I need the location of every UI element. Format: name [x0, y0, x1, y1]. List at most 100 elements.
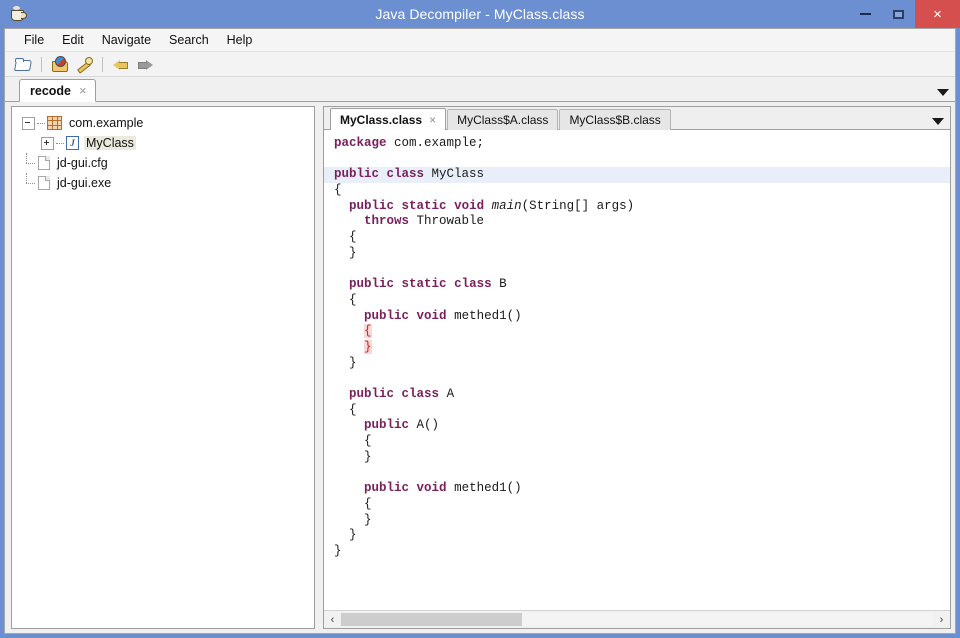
code-token: } [334, 528, 357, 542]
maximize-button[interactable] [882, 0, 915, 28]
tab-label: MyClass$B.class [569, 113, 660, 127]
chevron-down-icon[interactable] [937, 89, 949, 96]
menu-item-help[interactable]: Help [218, 31, 262, 49]
menu-item-search[interactable]: Search [160, 31, 218, 49]
code-token: methed1() [447, 481, 522, 495]
tree-panel[interactable]: com.example J MyClass jd-gui.cfg [11, 106, 315, 629]
code-token: main [492, 199, 522, 213]
code-token: public [364, 481, 409, 495]
menu-bar: File Edit Navigate Search Help [5, 29, 955, 52]
java-class-icon: J [66, 136, 79, 150]
file-icon [38, 176, 50, 190]
code-line: } [332, 528, 950, 544]
tab-label: MyClass$A.class [457, 113, 548, 127]
code-token [334, 418, 364, 432]
code-token: public [349, 387, 394, 401]
scroll-left-icon[interactable]: ‹ [324, 611, 341, 628]
code-line: { [332, 497, 950, 513]
tree-node-jd-gui-cfg[interactable]: jd-gui.cfg [22, 153, 314, 173]
code-line: public class MyClass [324, 167, 950, 183]
menu-item-navigate[interactable]: Navigate [93, 31, 160, 49]
code-token: } [334, 450, 372, 464]
toolbar [5, 52, 955, 77]
tab-myclass-a-class[interactable]: MyClass$A.class [447, 109, 558, 130]
code-line: { [332, 324, 950, 340]
menu-item-edit[interactable]: Edit [53, 31, 93, 49]
code-line: } [332, 340, 950, 356]
close-button[interactable]: × [915, 0, 960, 28]
code-token: methed1() [447, 309, 522, 323]
tree-node-label: jd-gui.cfg [55, 156, 110, 170]
code-token: class [402, 387, 440, 401]
code-token [447, 277, 455, 291]
scrollbar-track[interactable] [341, 613, 933, 626]
code-line: public void methed1() [332, 309, 950, 325]
split-pane: com.example J MyClass jd-gui.cfg [5, 102, 955, 633]
code-token: } [334, 544, 342, 558]
code-token: { [334, 293, 357, 307]
code-token: com.example; [387, 136, 485, 150]
tree-node-label: jd-gui.exe [55, 176, 113, 190]
code-token: public [364, 418, 409, 432]
file-icon [38, 156, 50, 170]
code-line: public static void main(String[] args) [332, 199, 950, 215]
code-line: public A() [332, 418, 950, 434]
code-line: { [332, 293, 950, 309]
tree-node-myclass[interactable]: J MyClass [22, 133, 314, 153]
source-code: package com.example; public class MyClas… [324, 130, 950, 560]
scroll-right-icon[interactable]: › [933, 611, 950, 628]
tree-node-jd-gui-exe[interactable]: jd-gui.exe [22, 173, 314, 193]
open-type-icon[interactable] [50, 54, 70, 74]
forward-arrow-icon[interactable] [135, 54, 155, 74]
tree-node-label: MyClass [84, 136, 136, 150]
code-token: static [402, 277, 447, 291]
window-title: Java Decompiler - MyClass.class [0, 6, 960, 22]
chevron-down-icon[interactable] [932, 118, 944, 125]
code-token: void [417, 309, 447, 323]
open-folder-icon[interactable] [13, 54, 33, 74]
code-token [409, 481, 417, 495]
code-token: } [334, 246, 357, 260]
expand-icon[interactable] [41, 137, 54, 150]
close-icon[interactable]: × [79, 84, 87, 97]
code-line: public void methed1() [332, 481, 950, 497]
code-line: } [332, 356, 950, 372]
code-line: package com.example; [332, 136, 950, 152]
tab-myclass-class[interactable]: MyClass.class × [330, 108, 446, 130]
horizontal-scrollbar[interactable]: ‹ › [324, 610, 950, 628]
tab-recode[interactable]: recode × [19, 79, 96, 102]
window-controls: × [849, 0, 960, 28]
code-viewport[interactable]: package com.example; public class MyClas… [324, 130, 950, 610]
tree-node-com-example[interactable]: com.example [22, 113, 314, 133]
pane-splitter[interactable] [315, 106, 323, 629]
java-coffee-cup-icon [9, 5, 27, 23]
code-line: { [332, 434, 950, 450]
back-arrow-icon[interactable] [111, 54, 131, 74]
tab-label: MyClass.class [340, 113, 422, 127]
menu-item-file[interactable]: File [15, 31, 53, 49]
minimize-button[interactable] [849, 0, 882, 28]
code-token: B [492, 277, 507, 291]
tab-myclass-b-class[interactable]: MyClass$B.class [559, 109, 670, 130]
code-line: throws Throwable [332, 214, 950, 230]
code-token: A [439, 387, 454, 401]
tree-connector [22, 173, 38, 193]
collapse-icon[interactable] [22, 117, 35, 130]
code-token [334, 309, 364, 323]
file-tree: com.example J MyClass jd-gui.cfg [12, 107, 314, 193]
tree-node-label: com.example [67, 116, 145, 130]
scrollbar-thumb[interactable] [341, 613, 522, 626]
tab-recode-label: recode [30, 84, 71, 98]
code-token: { [334, 497, 372, 511]
code-token: throws [364, 214, 409, 228]
code-token: Throwable [409, 214, 484, 228]
code-line: } [332, 450, 950, 466]
wand-icon[interactable] [74, 54, 94, 74]
title-bar: Java Decompiler - MyClass.class × [0, 0, 960, 28]
code-line: { [332, 183, 950, 199]
code-token: { [364, 324, 372, 338]
code-token [334, 199, 349, 213]
code-token: public [349, 199, 394, 213]
close-icon[interactable]: × [429, 113, 436, 127]
code-line: public static class B [332, 277, 950, 293]
